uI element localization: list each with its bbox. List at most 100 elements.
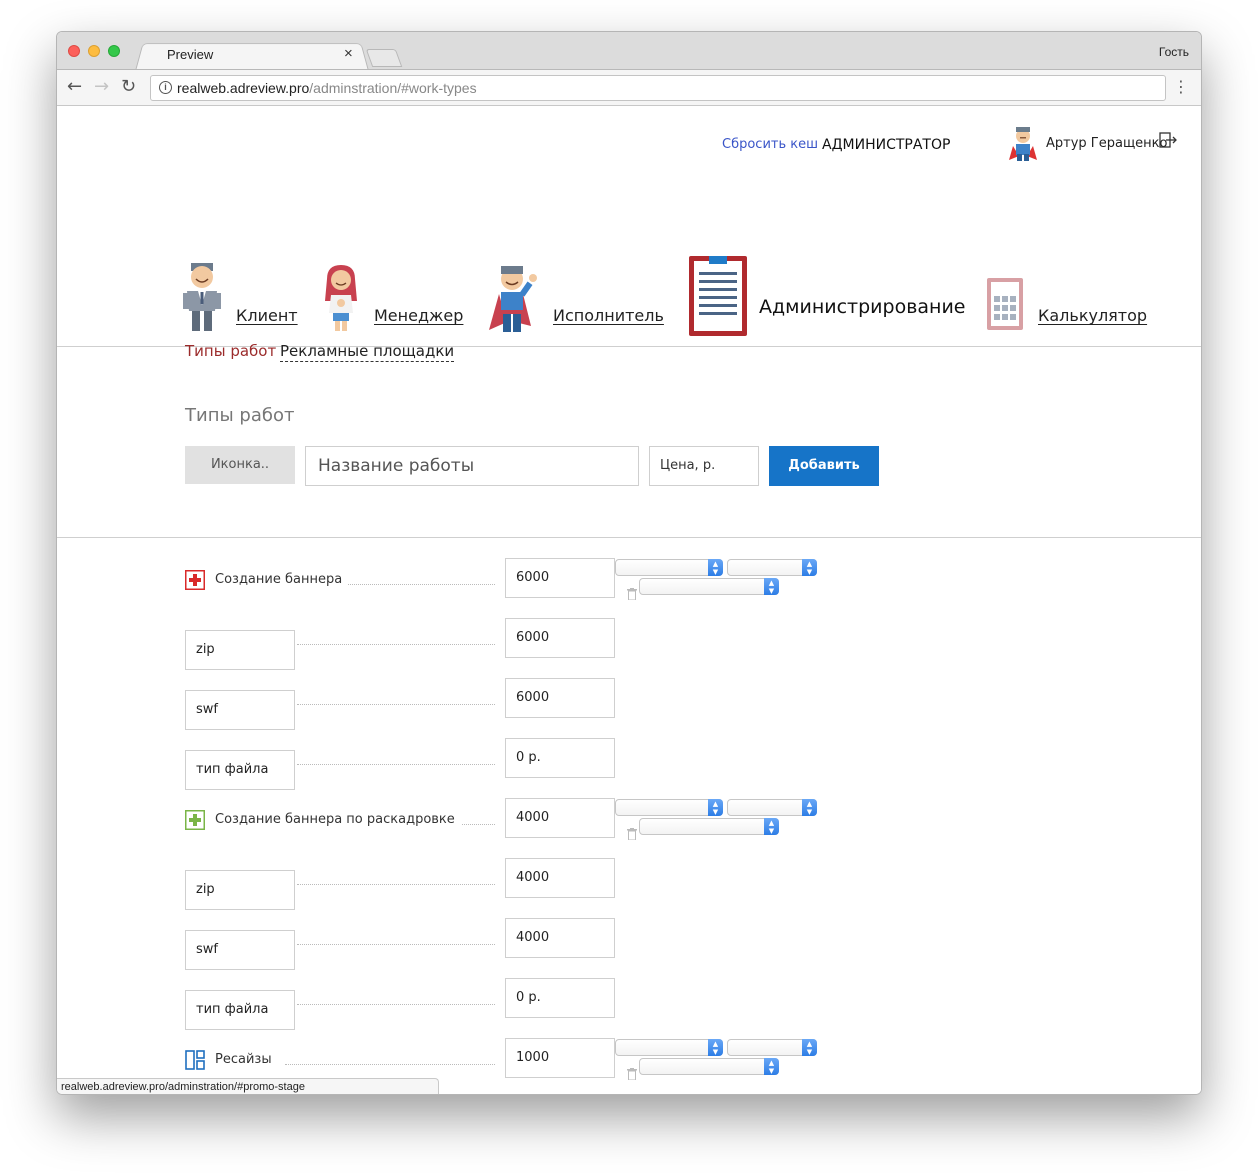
nav-client-label[interactable]: Клиент: [236, 306, 298, 325]
sub-row: zip 4000: [185, 858, 745, 910]
new-tab-button[interactable]: [365, 49, 403, 67]
logout-icon[interactable]: [1159, 132, 1177, 148]
clipboard-icon: [689, 256, 747, 336]
work-select-1[interactable]: ▲ ▼: [615, 799, 723, 816]
add-work-button[interactable]: Добавить: [769, 446, 879, 486]
trash-icon[interactable]: [627, 828, 637, 840]
work-price-input[interactable]: Цена, р.: [649, 446, 759, 486]
reset-cache-link[interactable]: Сбросить кеш: [722, 137, 818, 152]
sub-row: zip 6000: [185, 618, 745, 670]
sub-name-field[interactable]: zip: [185, 630, 295, 670]
chevron-updown-icon: ▲ ▼: [802, 799, 817, 816]
leader-line: [335, 584, 495, 585]
subnav-work-types[interactable]: Типы работ: [185, 342, 276, 360]
resize-layout-icon: [185, 1050, 205, 1070]
calculator-icon: [987, 278, 1023, 330]
work-select-3[interactable]: ▲ ▼: [639, 818, 779, 835]
nav-admin-label[interactable]: Администрирование: [759, 296, 966, 318]
nav-executor-label[interactable]: Исполнитель: [553, 306, 664, 325]
chevron-updown-icon: ▲ ▼: [708, 1039, 723, 1056]
chevron-updown-icon: ▲ ▼: [708, 799, 723, 816]
chevron-updown-icon: ▲ ▼: [764, 818, 779, 835]
leader-line: [297, 704, 495, 705]
sub-price-field[interactable]: 6000: [505, 618, 615, 658]
reload-icon[interactable]: ↻: [121, 78, 136, 96]
work-select-2[interactable]: ▲ ▼: [727, 799, 817, 816]
back-icon[interactable]: ←: [67, 78, 82, 96]
leader-line: [297, 644, 495, 645]
sub-price-field[interactable]: 0 р.: [505, 978, 615, 1018]
minimize-window-button[interactable]: [88, 45, 100, 57]
work-name-input[interactable]: Название работы: [305, 446, 639, 486]
url-path: /adminstration/#work-types: [309, 80, 477, 96]
work-price-field[interactable]: 1000: [505, 1038, 615, 1078]
chevron-updown-icon: ▲ ▼: [802, 559, 817, 576]
profile-label[interactable]: Гость: [1159, 45, 1189, 59]
url-host: realweb.adreview.pro: [177, 80, 310, 96]
role-label: АДМИНИСТРАТОР: [822, 137, 951, 153]
sub-price-field[interactable]: 4000: [505, 858, 615, 898]
browser-window: Preview × Гость ← → ↻ i realweb.adreview…: [56, 31, 1202, 1095]
work-price-field[interactable]: 6000: [505, 558, 615, 598]
leader-line: [297, 884, 495, 885]
work-name: Создание баннера: [215, 572, 349, 587]
nav-calculator-label[interactable]: Калькулятор: [1038, 306, 1147, 325]
work-select-2[interactable]: ▲ ▼: [727, 1039, 817, 1056]
subnav-ad-platforms[interactable]: Рекламные площадки: [280, 342, 455, 362]
work-select-2[interactable]: ▲ ▼: [727, 559, 817, 576]
nav-manager-label[interactable]: Менеджер: [374, 306, 463, 325]
tab-close-icon[interactable]: ×: [344, 45, 353, 62]
browser-titlebar: Preview × Гость: [57, 32, 1201, 71]
chevron-updown-icon: ▲ ▼: [802, 1039, 817, 1056]
user-avatar: [1009, 127, 1037, 161]
executor-figure-icon: [489, 266, 537, 332]
chevron-updown-icon: ▲ ▼: [764, 578, 779, 595]
sub-name-field[interactable]: swf: [185, 690, 295, 730]
work-price-field[interactable]: 4000: [505, 798, 615, 838]
sub-price-field[interactable]: 4000: [505, 918, 615, 958]
chevron-updown-icon: ▲ ▼: [708, 559, 723, 576]
work-row: Ресайзы 1000 ▲ ▼ ▲ ▼ ▲ ▼: [185, 1038, 817, 1080]
work-select-1[interactable]: ▲ ▼: [615, 559, 723, 576]
sub-row: тип файла 0 р.: [185, 738, 745, 790]
work-name: Ресайзы: [215, 1052, 278, 1067]
menu-icon[interactable]: ⋮: [1173, 79, 1189, 95]
manager-figure-icon: [325, 265, 357, 331]
trash-icon[interactable]: [627, 588, 637, 600]
sub-price-field[interactable]: 0 р.: [505, 738, 615, 778]
sub-price-field[interactable]: 6000: [505, 678, 615, 718]
work-row: Создание баннера по раскадровке 4000 ▲ ▼ …: [185, 798, 817, 840]
leader-line: [285, 1064, 495, 1065]
leader-line: [297, 1004, 495, 1005]
choose-icon-button[interactable]: Иконка..: [185, 446, 295, 484]
close-window-button[interactable]: [68, 45, 80, 57]
section-title: Типы работ: [185, 405, 295, 426]
work-name: Создание баннера по раскадровке: [215, 812, 461, 827]
forward-icon[interactable]: →: [94, 78, 109, 96]
page-content: Сбросить кеш АДМИНИСТРАТОР Артур Геращен…: [57, 106, 1201, 1094]
user-name[interactable]: Артур Геращенко: [1046, 136, 1168, 151]
green-plus-icon: [185, 810, 205, 830]
sub-row: тип файла 0 р.: [185, 978, 745, 1030]
form-divider: [57, 537, 1201, 538]
red-plus-icon: [185, 570, 205, 590]
work-select-1[interactable]: ▲ ▼: [615, 1039, 723, 1056]
trash-icon[interactable]: [627, 1068, 637, 1080]
work-row: Создание баннера 6000 ▲ ▼ ▲ ▼ ▲ ▼: [185, 558, 817, 600]
sub-name-field[interactable]: тип файла: [185, 750, 295, 790]
tab-title: Preview: [167, 47, 214, 62]
sub-name-field[interactable]: zip: [185, 870, 295, 910]
work-select-3[interactable]: ▲ ▼: [639, 1058, 779, 1075]
url-text: realweb.adreview.pro/adminstration/#work…: [177, 80, 477, 96]
leader-line: [297, 764, 495, 765]
sub-name-field[interactable]: swf: [185, 930, 295, 970]
client-figure-icon: [183, 263, 221, 331]
sub-name-field[interactable]: тип файла: [185, 990, 295, 1030]
address-bar[interactable]: i realweb.adreview.pro/adminstration/#wo…: [150, 75, 1166, 101]
sub-row: swf 6000: [185, 678, 745, 730]
sub-row: swf 4000: [185, 918, 745, 970]
maximize-window-button[interactable]: [108, 45, 120, 57]
info-icon[interactable]: i: [159, 81, 172, 94]
work-select-3[interactable]: ▲ ▼: [639, 578, 779, 595]
browser-toolbar: ← → ↻ i realweb.adreview.pro/adminstrati…: [57, 69, 1201, 106]
